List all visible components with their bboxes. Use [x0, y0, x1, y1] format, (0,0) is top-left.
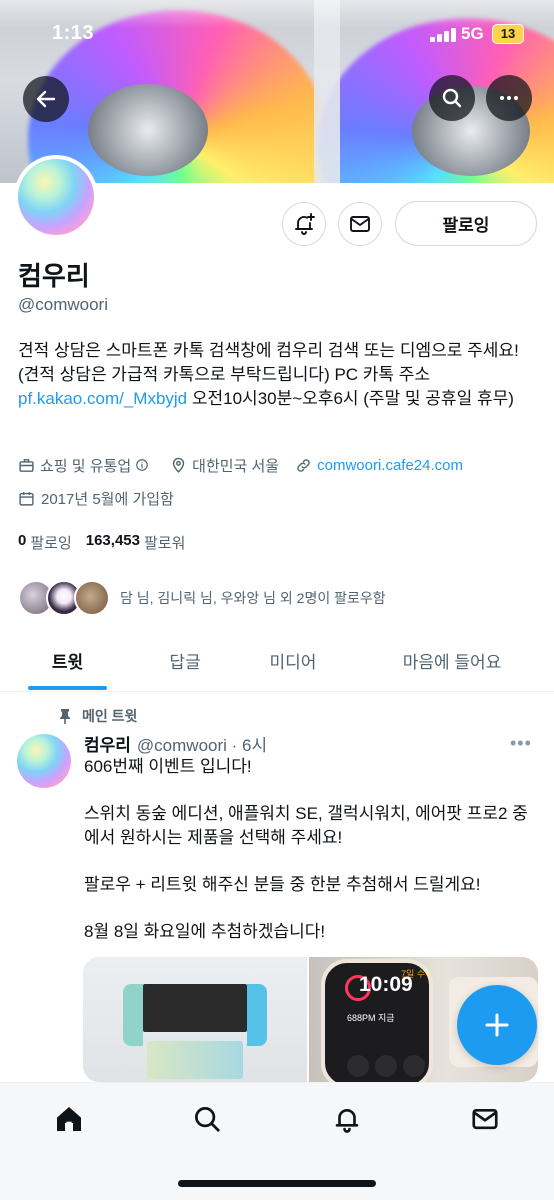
bio-text: 견적 상담은 스마트폰 카톡 검색창에 컴우리 검색 또는 디엠으로 주세요! … — [18, 341, 519, 384]
category-item[interactable]: 쇼핑 및 유통업 — [18, 455, 154, 476]
active-tab-indicator — [28, 686, 107, 690]
follow-counts: 0 팔로잉 163,453 팔로워 — [18, 532, 199, 553]
notification-button[interactable] — [282, 202, 326, 246]
switch-joycon-left — [123, 984, 143, 1046]
avatar — [74, 580, 110, 616]
followers-count: 163,453 — [85, 532, 140, 549]
bell-plus-icon — [295, 213, 315, 235]
calendar-icon — [19, 492, 34, 506]
watch-face: 7일 수 10:09 688PM 지금 — [321, 959, 433, 1082]
music-icon — [347, 1055, 369, 1077]
message-button[interactable] — [338, 202, 382, 246]
tweet-author-name[interactable]: 컴우리 — [84, 731, 131, 756]
following-button[interactable]: 팔로잉 — [395, 201, 537, 246]
tweet-more-icon[interactable]: ••• — [510, 733, 532, 754]
location-item: 대한민국 서울 — [170, 455, 279, 476]
followers-label: 팔로워 — [143, 535, 186, 552]
avatar-image — [18, 159, 94, 235]
banner-fan-hub-left — [88, 84, 208, 176]
website-item[interactable]: comwoori.cafe24.com — [295, 457, 463, 474]
switch-console — [143, 984, 247, 1032]
tab-replies[interactable]: 답글 — [140, 630, 230, 691]
media-image-switch[interactable] — [83, 957, 307, 1082]
more-horizontal-icon — [500, 96, 518, 100]
nav-messages[interactable] — [467, 1101, 503, 1137]
bio-link[interactable]: pf.kakao.com/_Mxbyjd — [18, 389, 187, 408]
tab-tweets[interactable]: 트윗 — [20, 630, 115, 691]
back-button[interactable] — [23, 76, 69, 122]
followed-by-avatars — [18, 578, 114, 618]
pin-icon — [60, 709, 70, 724]
battery-level: 13 — [500, 26, 516, 41]
search-icon — [442, 88, 462, 108]
tab-media[interactable]: 미디어 — [248, 630, 338, 691]
profile-bio: 견적 상담은 스마트폰 카톡 검색창에 컴우리 검색 또는 디엠으로 주세요! … — [18, 339, 538, 411]
tweet-header: 컴우리 @comwoori · 6시 — [84, 731, 267, 756]
joined-date: 2017년 5월에 가입함 — [18, 488, 174, 509]
status-bar: 1:13 5G 13 — [0, 0, 554, 70]
tweet-text: 606번째 이벤트 입니다! 스위치 동숲 에디션, 애플워치 SE, 갤럭시워… — [84, 757, 528, 941]
workout-icon — [375, 1055, 397, 1077]
following-count: 0 — [18, 532, 27, 549]
arrow-left-icon — [36, 90, 56, 108]
search-button[interactable] — [429, 75, 475, 121]
switch-dock — [147, 1041, 243, 1079]
compose-tweet-button[interactable] — [457, 985, 537, 1065]
pinned-text: 메인 트윗 — [82, 708, 138, 724]
joined-label: 2017년 5월에 가입함 — [41, 491, 174, 508]
search-icon — [195, 1107, 220, 1132]
profile-meta: 쇼핑 및 유통업 대한민국 서울 comwoori.cafe24.com — [18, 453, 479, 477]
profile-display-name: 컴우리 — [18, 261, 90, 291]
location-pin-icon — [172, 457, 185, 473]
info-icon — [136, 459, 148, 471]
nav-search[interactable] — [189, 1101, 225, 1137]
link-icon — [297, 458, 310, 472]
network-type: 5G — [461, 24, 484, 43]
more-options-button[interactable] — [486, 75, 532, 121]
category-label: 쇼핑 및 유통업 — [40, 457, 132, 475]
followed-by-row[interactable]: 담 님, 김니릭 님, 우와앙 님 외 2명이 팔로우함 — [18, 578, 386, 618]
website-link[interactable]: comwoori.cafe24.com — [317, 457, 463, 474]
profile-tabs: 트윗 답글 미디어 마음에 들어요 — [0, 630, 554, 692]
following-count-link[interactable]: 0 팔로잉 — [18, 532, 72, 553]
battery-icon: 13 — [492, 24, 524, 44]
plus-icon — [485, 1013, 509, 1037]
switch-joycon-right — [247, 984, 267, 1046]
tab-likes[interactable]: 마음에 들어요 — [382, 630, 522, 691]
home-icon — [57, 1107, 81, 1131]
followed-by-text: 담 님, 김니릭 님, 우와앙 님 외 2명이 팔로우함 — [120, 590, 386, 606]
cellular-signal-icon — [430, 28, 456, 42]
bio-text-hours: 오전10시30분~오후6시 (주말 및 공휴일 휴무) — [187, 389, 514, 408]
date-complication — [403, 1055, 425, 1077]
location-label: 대한민국 서울 — [192, 457, 280, 475]
watch-time: 10:09 — [359, 973, 413, 996]
pinned-label: 메인 트윗 — [58, 706, 137, 726]
followers-count-link[interactable]: 163,453 팔로워 — [86, 532, 186, 553]
envelope-icon — [472, 1108, 498, 1130]
tweet-author-avatar[interactable] — [17, 734, 71, 788]
envelope-icon — [350, 216, 370, 232]
nav-notifications[interactable] — [329, 1101, 365, 1137]
following-label: 팔로잉 — [30, 535, 72, 552]
nav-home[interactable] — [51, 1101, 87, 1137]
status-time: 1:13 — [52, 22, 95, 44]
watch-complication-text: 688PM 지금 — [347, 1013, 395, 1023]
home-indicator[interactable] — [178, 1180, 376, 1187]
briefcase-icon — [19, 458, 34, 472]
profile-handle: @comwoori — [18, 295, 108, 314]
profile-avatar[interactable] — [14, 155, 98, 239]
tweet-author-meta: @comwoori · 6시 — [136, 736, 268, 755]
bell-icon — [335, 1109, 359, 1133]
